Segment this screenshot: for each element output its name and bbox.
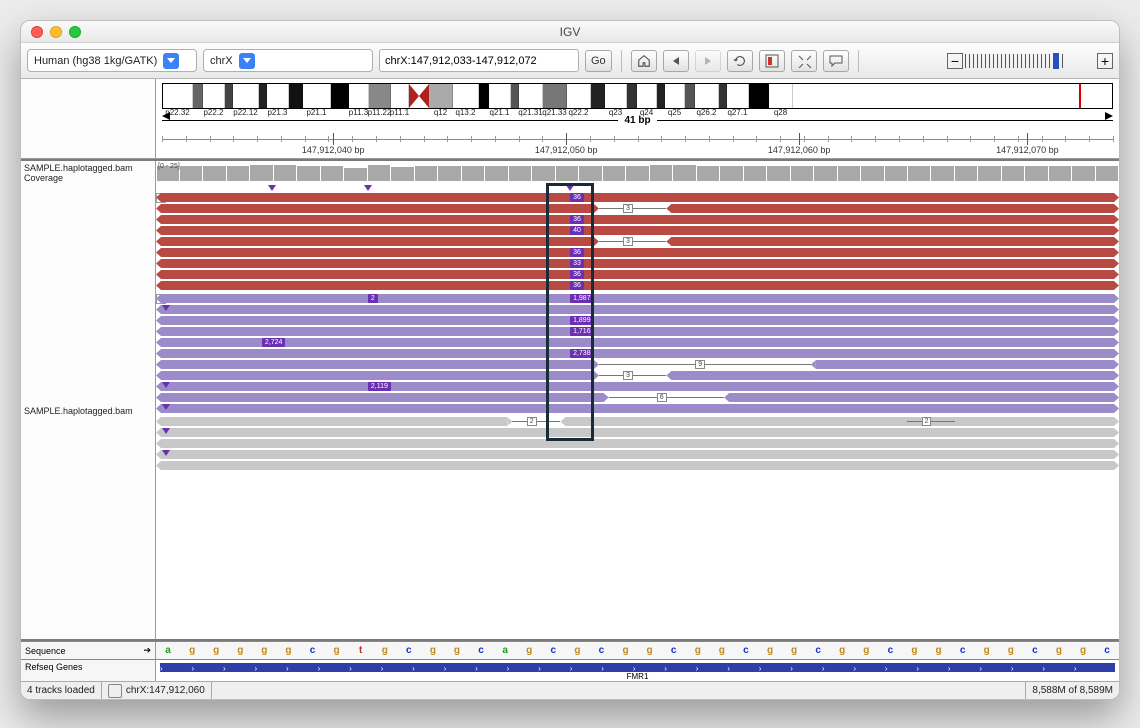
ruler[interactable]: 41 bp 147,912,040 bp147,912,050 bp147,91…: [162, 115, 1113, 155]
status-position: chrX:147,912,060: [126, 685, 205, 696]
gene-bar[interactable]: ››››››››››››››››››››››››››››››: [160, 663, 1115, 672]
alignment-track-label[interactable]: SAMPLE.haplotagged.bam: [21, 183, 155, 639]
app-window: IGV Human (hg38 1kg/GATK) chrX Go − +: [20, 20, 1120, 700]
zoom-slider[interactable]: − +: [947, 52, 1113, 70]
comment-icon[interactable]: [823, 50, 849, 72]
coverage-track-label[interactable]: SAMPLE.haplotagged.bam Coverage: [21, 161, 155, 183]
titlebar: IGV: [21, 21, 1119, 43]
status-tracks: 4 tracks loaded: [21, 682, 102, 699]
go-button[interactable]: Go: [585, 50, 612, 72]
window-title: IGV: [21, 25, 1119, 39]
chevron-down-icon: [239, 53, 255, 69]
locus-input[interactable]: [379, 49, 579, 72]
chrom-select[interactable]: chrX: [203, 49, 373, 72]
ideogram-panel: p22.32p22.2p22.12p21.3p21.1p11.3p11.22p1…: [21, 79, 1119, 159]
sequence-track: Sequence➔ agggggcgtgcggcagcgcggcggcggcgg…: [21, 641, 1119, 659]
chevron-down-icon: [163, 53, 179, 69]
genome-select-value: Human (hg38 1kg/GATK): [34, 55, 157, 67]
forward-icon[interactable]: [695, 50, 721, 72]
track-area: SAMPLE.haplotagged.bam Coverage SAMPLE.h…: [21, 159, 1119, 641]
gene-track-label: Refseq Genes: [21, 660, 156, 681]
spinner-icon: [108, 684, 122, 698]
zoom-in-icon[interactable]: +: [1097, 53, 1113, 69]
fit-icon[interactable]: [791, 50, 817, 72]
chrom-select-value: chrX: [210, 55, 233, 67]
chromosome-ideogram[interactable]: p22.32p22.2p22.12p21.3p21.1p11.3p11.22p1…: [162, 83, 1113, 109]
arrow-right-icon: ➔: [143, 645, 151, 656]
statusbar: 4 tracks loaded chrX:147,912,060 8,588M …: [21, 681, 1119, 699]
status-memory: 8,588M of 8,589M: [1026, 682, 1119, 699]
zoom-scale[interactable]: [965, 52, 1095, 70]
ruler-extent: 41 bp: [618, 115, 656, 126]
home-icon[interactable]: [631, 50, 657, 72]
gene-name: FMR1: [156, 672, 1119, 681]
refresh-icon[interactable]: [727, 50, 753, 72]
tracks-body[interactable]: [0 - 25] 13633640336333636221,9871,8991,…: [156, 161, 1119, 639]
zoom-out-icon[interactable]: −: [947, 53, 963, 69]
sequence-track-label: Sequence: [25, 646, 66, 656]
genome-select[interactable]: Human (hg38 1kg/GATK): [27, 49, 197, 72]
back-icon[interactable]: [663, 50, 689, 72]
gene-track: Refseq Genes ›››››››››››››››››››››››››››…: [21, 659, 1119, 681]
roi-icon[interactable]: [759, 50, 785, 72]
coverage-scale: [0 - 25]: [158, 163, 180, 170]
toolbar: Human (hg38 1kg/GATK) chrX Go − +: [21, 43, 1119, 79]
